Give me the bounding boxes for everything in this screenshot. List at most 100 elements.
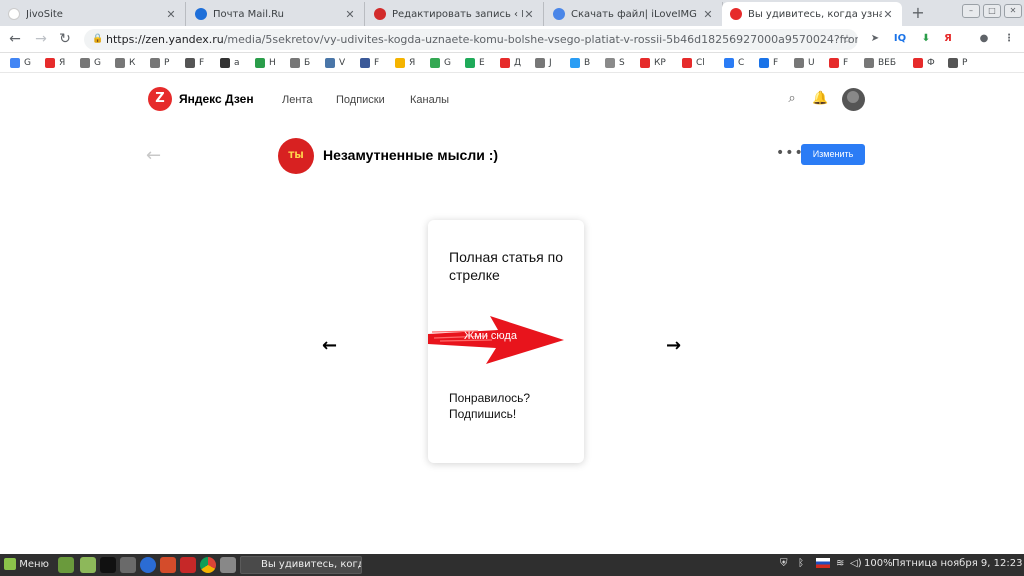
lock-icon: 🔒: [92, 34, 104, 44]
profile-icon[interactable]: ●: [976, 31, 992, 47]
bookmark-item[interactable]: F: [759, 56, 778, 70]
launcher-chrome-icon[interactable]: [200, 557, 216, 573]
nav-channels-link[interactable]: Каналы: [410, 94, 449, 106]
card-cta-link[interactable]: Жми сюда: [464, 330, 517, 342]
bookmark-item[interactable]: Е: [465, 56, 485, 70]
close-tab-icon[interactable]: ✕: [882, 8, 894, 21]
browser-tab[interactable]: Скачать файл| iLoveIMG ✕: [545, 2, 723, 26]
bookmark-item[interactable]: Я: [395, 56, 415, 70]
nav-feed-link[interactable]: Лента: [282, 94, 312, 106]
bookmark-label: Р: [962, 58, 968, 68]
tray-language-icon[interactable]: [816, 558, 830, 569]
notifications-bell-icon[interactable]: 🔔: [812, 91, 828, 107]
url-host: https://zen.yandex.ru: [106, 33, 224, 46]
launcher-files-icon[interactable]: [80, 557, 96, 573]
launcher-app-icon[interactable]: [220, 557, 236, 573]
channel-avatar[interactable]: ТЫ: [278, 138, 314, 174]
user-avatar[interactable]: [842, 88, 865, 111]
launcher-terminal-icon[interactable]: [100, 557, 116, 573]
bookmark-item[interactable]: а: [220, 56, 240, 70]
new-tab-button[interactable]: +: [908, 3, 928, 23]
channel-name[interactable]: Незамутненные мысли :): [323, 147, 498, 163]
bookmark-item[interactable]: К: [115, 56, 135, 70]
bookmark-label: G: [24, 58, 31, 68]
site-logo[interactable]: Z Яндекс Дзен: [148, 87, 254, 111]
browser-tab-strip: JivoSite ✕ Почта Mail.Ru ✕ Редактировать…: [0, 0, 1024, 26]
launcher-app-icon[interactable]: [120, 557, 136, 573]
bookmark-item[interactable]: Н: [255, 56, 276, 70]
bookmark-item[interactable]: G: [10, 56, 31, 70]
bookmark-item[interactable]: Ф: [913, 56, 935, 70]
extension-iq-icon[interactable]: IQ: [892, 31, 908, 47]
bookmark-item[interactable]: ВЕБ: [864, 56, 896, 70]
bookmark-item[interactable]: G: [80, 56, 101, 70]
tray-bluetooth-icon[interactable]: ᛒ: [798, 558, 804, 569]
more-options-icon[interactable]: •••: [776, 145, 804, 161]
bookmark-item[interactable]: Р: [948, 56, 967, 70]
browser-tab[interactable]: JivoSite ✕: [0, 2, 186, 26]
bookmark-item[interactable]: V: [325, 56, 345, 70]
bookmark-icon: [829, 58, 839, 68]
bookmark-item[interactable]: S: [605, 56, 625, 70]
close-tab-icon[interactable]: ✕: [344, 8, 356, 21]
bookmark-icon: [724, 58, 734, 68]
bookmark-item[interactable]: F: [360, 56, 379, 70]
previous-card-arrow-icon[interactable]: ←: [322, 335, 337, 356]
bookmark-item[interactable]: Я: [45, 56, 65, 70]
maximize-window-button[interactable]: □: [983, 4, 1001, 18]
close-tab-icon[interactable]: ✕: [523, 8, 535, 21]
bookmark-item[interactable]: Cl: [682, 56, 705, 70]
bookmark-item[interactable]: U: [794, 56, 815, 70]
start-menu-button[interactable]: Меню: [4, 557, 49, 573]
extension-yandex-icon[interactable]: Я: [942, 31, 954, 47]
extension-arrow-icon[interactable]: ➤: [868, 31, 882, 47]
clock-datetime[interactable]: Пятница ноября 9, 12:23: [892, 558, 1022, 569]
close-window-button[interactable]: ✕: [1004, 4, 1022, 18]
back-button[interactable]: ←: [6, 30, 24, 48]
nav-subscriptions-link[interactable]: Подписки: [336, 94, 385, 106]
reload-button[interactable]: ↻: [56, 30, 74, 48]
close-tab-icon[interactable]: ✕: [702, 8, 714, 21]
tray-shield-icon[interactable]: ⛨: [780, 558, 788, 569]
bookmark-item[interactable]: G: [430, 56, 451, 70]
bookmark-label: V: [339, 58, 346, 68]
bookmark-label: Я: [59, 58, 66, 68]
tray-network-icon[interactable]: ≋: [836, 558, 844, 569]
search-icon[interactable]: ⌕: [784, 91, 800, 107]
tray-volume-icon[interactable]: ◁): [850, 558, 862, 569]
browser-tab-active[interactable]: Вы удивитесь, когда узнаете ✕: [722, 2, 902, 26]
extension-download-icon[interactable]: ⬇: [918, 31, 934, 47]
launcher-show-desktop-icon[interactable]: [58, 557, 74, 573]
launcher-app-icon[interactable]: [140, 557, 156, 573]
edit-button[interactable]: Изменить: [801, 144, 865, 165]
next-card-arrow-icon[interactable]: →: [666, 335, 681, 356]
bookmark-star-icon[interactable]: ☆: [838, 30, 856, 48]
launcher-filezilla-icon[interactable]: [180, 557, 196, 573]
bookmark-item[interactable]: Б: [290, 56, 310, 70]
bookmark-icon: [430, 58, 440, 68]
battery-level[interactable]: 100%: [864, 558, 893, 569]
bookmark-item[interactable]: Р: [150, 56, 169, 70]
close-tab-icon[interactable]: ✕: [165, 8, 177, 21]
bookmark-item[interactable]: В: [570, 56, 590, 70]
bookmark-label: U: [808, 58, 815, 68]
bookmark-item[interactable]: J: [535, 56, 552, 70]
back-arrow-icon[interactable]: ←: [146, 145, 161, 166]
bookmark-item[interactable]: F: [829, 56, 848, 70]
launcher-app-icon[interactable]: [160, 557, 176, 573]
bookmark-label: S: [619, 58, 625, 68]
browser-tab[interactable]: Почта Mail.Ru ✕: [187, 2, 365, 26]
taskbar-window-button[interactable]: Вы удивитесь, когд...: [240, 556, 362, 574]
bookmark-item[interactable]: Д: [500, 56, 521, 70]
forward-button[interactable]: →: [32, 30, 50, 48]
bookmark-item[interactable]: F: [185, 56, 204, 70]
bookmark-item[interactable]: КР: [640, 56, 666, 70]
minimize-window-button[interactable]: –: [962, 4, 980, 18]
address-bar[interactable]: 🔒 https://zen.yandex.ru/media/5sekretov/…: [84, 29, 858, 50]
browser-tab[interactable]: Редактировать запись ‹ Наст ✕: [366, 2, 544, 26]
browser-menu-icon[interactable]: ⋮: [1002, 31, 1016, 47]
bookmark-icon: [325, 58, 335, 68]
bookmark-icon: [10, 58, 20, 68]
bookmark-label: Я: [409, 58, 416, 68]
bookmark-item[interactable]: С: [724, 56, 744, 70]
